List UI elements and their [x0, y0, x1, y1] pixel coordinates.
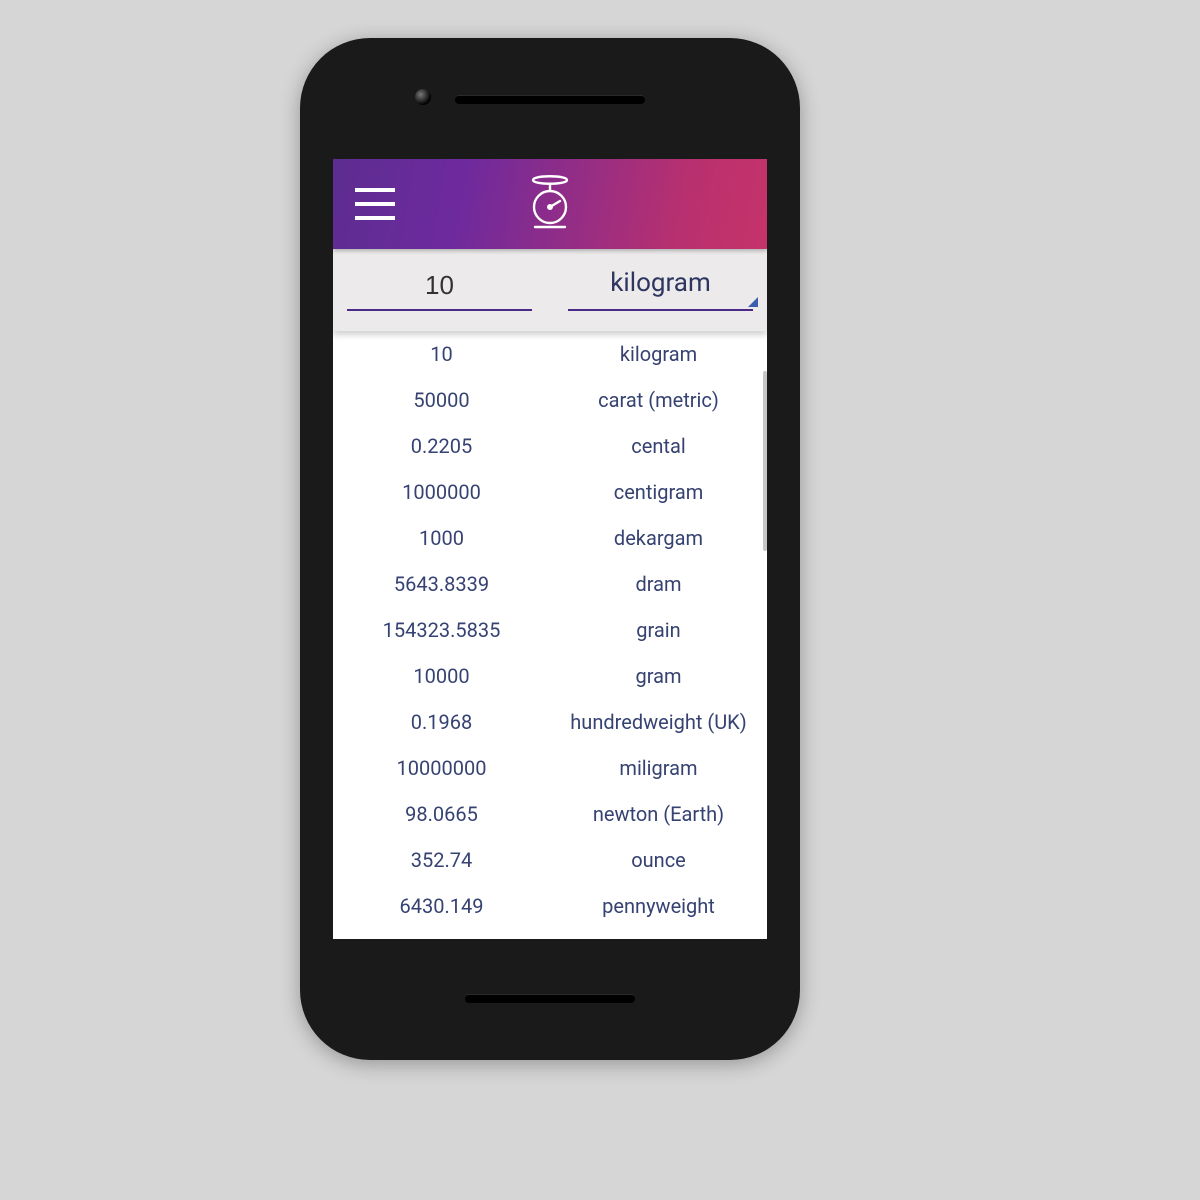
app-screen: kilogram 10kilogram50000carat (metric)0.… [333, 159, 767, 939]
input-bar: kilogram [333, 249, 767, 331]
result-row[interactable]: 154323.5835grain [333, 607, 767, 653]
app-header [333, 159, 767, 249]
result-row[interactable]: 1000dekargam [333, 515, 767, 561]
phone-camera [415, 89, 431, 105]
result-value: 154323.5835 [333, 618, 550, 642]
result-row[interactable]: 10000gram [333, 653, 767, 699]
result-value: 6430.149 [333, 894, 550, 918]
result-row[interactable]: 10kilogram [333, 331, 767, 377]
phone-frame-inner: kilogram 10kilogram50000carat (metric)0.… [315, 53, 785, 1045]
result-row[interactable]: 6430.149pennyweight [333, 883, 767, 927]
result-row[interactable]: 50000carat (metric) [333, 377, 767, 423]
result-value: 98.0665 [333, 802, 550, 826]
result-row[interactable]: 352.74ounce [333, 837, 767, 883]
result-value: 352.74 [333, 848, 550, 872]
result-value: 5643.8339 [333, 572, 550, 596]
result-unit: gram [550, 664, 767, 688]
result-row[interactable]: 5643.8339dram [333, 561, 767, 607]
result-value: 0.2205 [333, 434, 550, 458]
result-row[interactable]: 0.1968hundredweight (UK) [333, 699, 767, 745]
result-value: 10 [333, 342, 550, 366]
result-unit: carat (metric) [550, 388, 767, 412]
result-unit: cental [550, 434, 767, 458]
phone-speaker-top [455, 95, 645, 104]
result-value: 50000 [333, 388, 550, 412]
phone-frame: kilogram 10kilogram50000carat (metric)0.… [300, 38, 800, 1060]
result-unit: grain [550, 618, 767, 642]
result-value: 1000000 [333, 480, 550, 504]
result-unit: pennyweight [550, 894, 767, 918]
result-unit: centigram [550, 480, 767, 504]
scrollbar-thumb[interactable] [763, 371, 767, 551]
result-value: 10000000 [333, 756, 550, 780]
result-unit: miligram [550, 756, 767, 780]
result-row[interactable]: 10000000miligram [333, 745, 767, 791]
result-unit: ounce [550, 848, 767, 872]
result-unit: newton (Earth) [550, 802, 767, 826]
result-unit: dram [550, 572, 767, 596]
value-field-wrap [347, 261, 532, 311]
result-row[interactable]: 1000000centigram [333, 469, 767, 515]
result-unit: kilogram [550, 342, 767, 366]
result-row[interactable]: 0.2205cental [333, 423, 767, 469]
result-unit: dekargam [550, 526, 767, 550]
results-list[interactable]: 10kilogram50000carat (metric)0.2205centa… [333, 331, 767, 927]
weight-scale-icon [527, 171, 573, 237]
result-row[interactable]: 98.0665newton (Earth) [333, 791, 767, 837]
hamburger-icon[interactable] [355, 188, 395, 220]
phone-speaker-bottom [465, 994, 635, 1003]
result-value: 0.1968 [333, 710, 550, 734]
unit-field-wrap: kilogram [568, 261, 753, 311]
result-value: 10000 [333, 664, 550, 688]
dropdown-triangle-icon [748, 297, 758, 307]
value-input[interactable] [347, 261, 532, 311]
result-value: 1000 [333, 526, 550, 550]
unit-select[interactable]: kilogram [568, 261, 753, 311]
result-unit: hundredweight (UK) [550, 710, 767, 734]
unit-select-label: kilogram [610, 268, 711, 298]
